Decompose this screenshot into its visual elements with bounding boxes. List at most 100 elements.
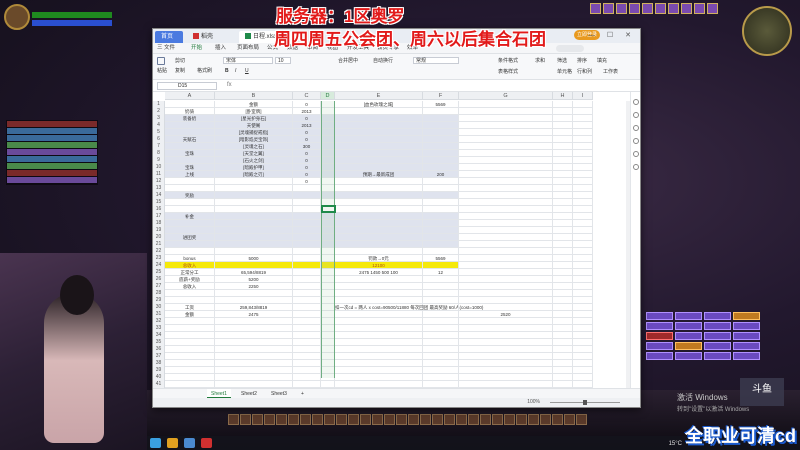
cell-g18[interactable] [459, 220, 553, 227]
cell-a37[interactable] [165, 353, 215, 360]
wrap-button[interactable]: 自动换行 [373, 57, 393, 64]
cell-h17[interactable] [553, 213, 573, 220]
cell-a1[interactable] [165, 101, 215, 108]
cell-b39[interactable] [215, 367, 293, 374]
row-header[interactable]: 36 [153, 346, 165, 353]
cell-h30[interactable] [553, 304, 573, 311]
cell-i25[interactable] [573, 269, 593, 276]
cell-h3[interactable] [553, 115, 573, 122]
cell-a38[interactable] [165, 360, 215, 367]
cell-i19[interactable] [573, 227, 593, 234]
cell-g23[interactable] [459, 255, 553, 262]
cell-b35[interactable] [215, 339, 293, 346]
tab-home[interactable]: 首页 [155, 31, 183, 43]
column-header-h[interactable]: H [553, 92, 573, 100]
cell-h8[interactable] [553, 150, 573, 157]
cell-c31[interactable] [293, 311, 321, 318]
cell-h24[interactable] [553, 262, 573, 269]
cell-a16[interactable] [165, 206, 215, 213]
cell-f17[interactable] [423, 213, 459, 220]
row-header[interactable]: 10 [153, 164, 165, 171]
cell-c16[interactable] [293, 206, 321, 213]
cell-i26[interactable] [573, 276, 593, 283]
cell-g29[interactable] [459, 297, 553, 304]
cell-b11[interactable]: [暗殿之刃] [215, 171, 293, 178]
cell-a25[interactable]: 正常分工 [165, 269, 215, 276]
column-header-i[interactable]: I [573, 92, 593, 100]
cell-f4[interactable] [423, 122, 459, 129]
action-slot[interactable] [240, 414, 251, 425]
cell-h31[interactable] [553, 311, 573, 318]
cell-e31[interactable] [335, 311, 423, 318]
cell-e29[interactable] [335, 297, 423, 304]
row-header[interactable]: 40 [153, 374, 165, 381]
row-header[interactable]: 13 [153, 185, 165, 192]
cell-i38[interactable] [573, 360, 593, 367]
cell-b29[interactable] [215, 297, 293, 304]
row-header[interactable]: 24 [153, 262, 165, 269]
table-style-button[interactable]: 表格样式 [498, 68, 518, 75]
cell-c21[interactable] [293, 241, 321, 248]
action-slot[interactable] [312, 414, 323, 425]
cell-c40[interactable] [293, 374, 321, 381]
cell-g36[interactable] [459, 346, 553, 353]
action-slot[interactable] [540, 414, 551, 425]
zoom-thumb[interactable] [583, 400, 587, 405]
cell-e30[interactable]: 扣一次cd = 两人 x cost=90500/11880 每次回团 最高奖励 … [335, 304, 483, 311]
cell-b8[interactable]: [天堂之翼] [215, 150, 293, 157]
cell-f31[interactable] [423, 311, 459, 318]
cell-f38[interactable] [423, 360, 459, 367]
cell-a22[interactable] [165, 248, 215, 255]
cell-c34[interactable] [293, 332, 321, 339]
cell-i39[interactable] [573, 367, 593, 374]
cell-g17[interactable] [459, 213, 553, 220]
cell-i34[interactable] [573, 332, 593, 339]
cell-e25[interactable]: 2475 1450 500 100 [335, 269, 423, 276]
cell-b41[interactable] [215, 381, 293, 388]
cell-i31[interactable] [573, 311, 593, 318]
cell-g9[interactable] [459, 157, 553, 164]
cell-c2[interactable]: 2013 [293, 108, 321, 115]
column-header-a[interactable]: A [165, 92, 215, 100]
cell-f29[interactable] [423, 297, 459, 304]
tab-daoke[interactable]: 稻壳 [187, 31, 237, 43]
cell-i27[interactable] [573, 283, 593, 290]
party-cell[interactable] [704, 332, 731, 340]
cell-f18[interactable] [423, 220, 459, 227]
cell-f13[interactable] [423, 185, 459, 192]
cell-e11[interactable]: 预期→最新成团 [335, 171, 423, 178]
raid-member[interactable] [7, 128, 97, 134]
cell-i41[interactable] [573, 381, 593, 388]
party-cell[interactable] [646, 332, 673, 340]
row-header[interactable]: 38 [153, 360, 165, 367]
vertical-scrollbar[interactable] [626, 101, 630, 391]
cell-i7[interactable] [573, 143, 593, 150]
cell-a40[interactable] [165, 374, 215, 381]
cell-h12[interactable] [553, 178, 573, 185]
cell-c11[interactable]: 0 [293, 171, 321, 178]
cell-g7[interactable] [459, 143, 553, 150]
cell-b6[interactable]: [暗影焰灵宝饰] [215, 136, 293, 143]
cell-a26[interactable]: 底薪+奖励 [165, 276, 215, 283]
cell-e16[interactable] [335, 206, 423, 213]
cell-b25[interactable]: 65,594/8819 [215, 269, 293, 276]
party-cell[interactable] [733, 352, 760, 360]
cell-e24[interactable]: 12100 [335, 262, 423, 269]
cell-e39[interactable] [335, 367, 423, 374]
cell-e33[interactable] [335, 325, 423, 332]
cell-g1[interactable] [459, 101, 553, 108]
wechat-icon[interactable] [150, 438, 161, 448]
action-slot[interactable] [324, 414, 335, 425]
side-tool-icon[interactable] [633, 112, 639, 118]
cell-h1[interactable] [553, 101, 573, 108]
cell-g40[interactable] [459, 374, 553, 381]
cell-c28[interactable] [293, 290, 321, 297]
cell-b37[interactable] [215, 353, 293, 360]
cell-g12[interactable] [459, 178, 553, 185]
cell-h23[interactable] [553, 255, 573, 262]
party-cell[interactable] [675, 332, 702, 340]
cell-h38[interactable] [553, 360, 573, 367]
cell-g24[interactable] [459, 262, 553, 269]
row-header[interactable]: 2 [153, 108, 165, 115]
cell-e21[interactable] [335, 241, 423, 248]
